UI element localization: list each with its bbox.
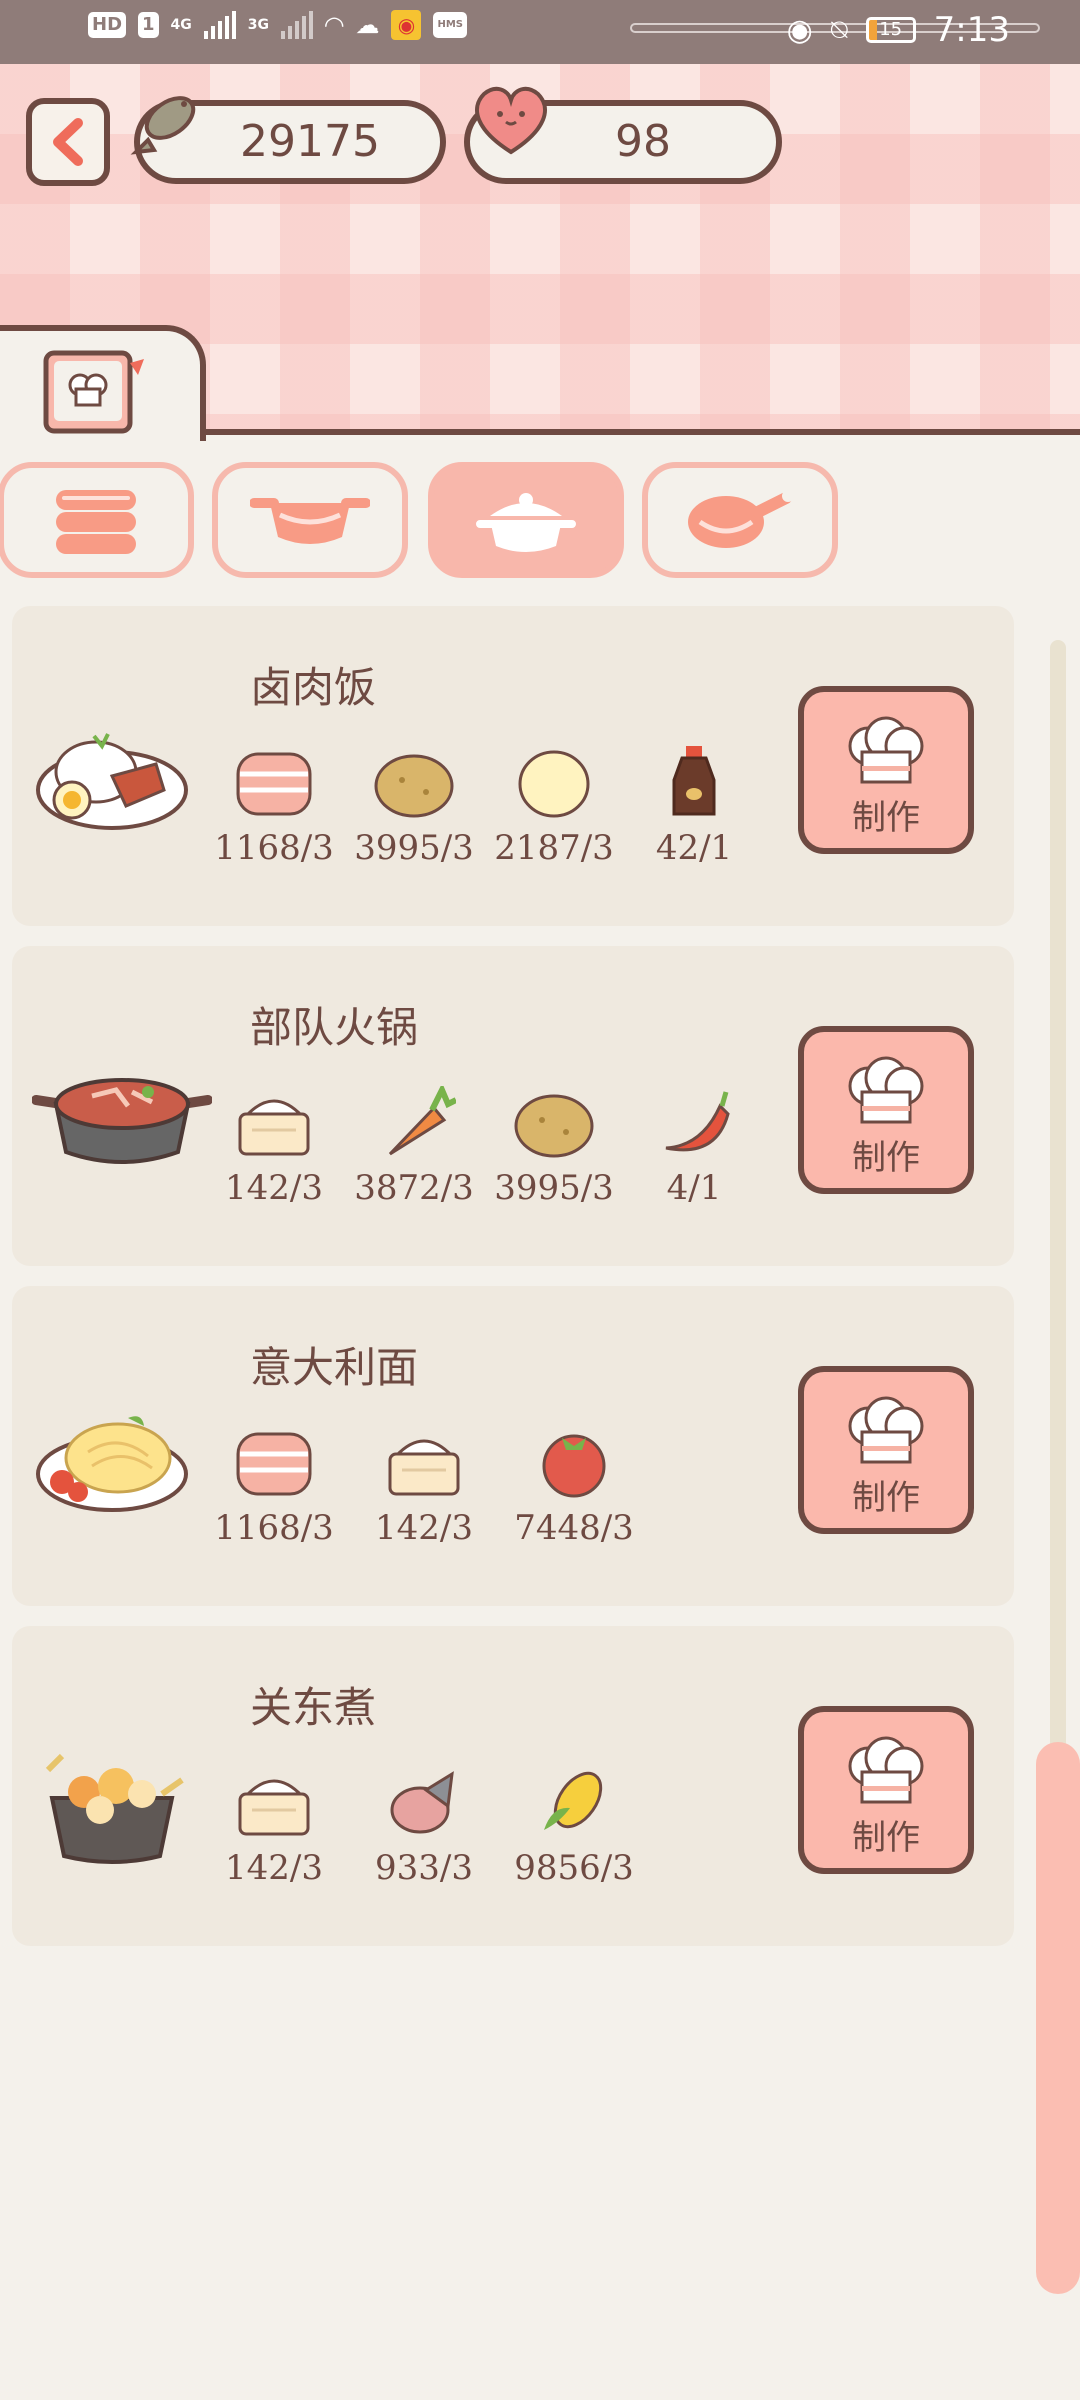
heart-icon (475, 86, 547, 155)
recipe-name: 意大利面 (250, 1343, 419, 1392)
signal-icon (203, 11, 236, 39)
rice-icon (238, 1099, 310, 1156)
stacked-dish-icon (56, 490, 136, 554)
recipe-name: 部队火锅 (250, 1003, 419, 1052)
potato-icon (514, 1094, 594, 1158)
recipe-name: 关东煮 (250, 1683, 377, 1732)
ingredient: 7448/3 (504, 1426, 644, 1548)
signal-icon-2 (281, 11, 314, 39)
chef-hat-icon (848, 1056, 924, 1124)
recipe-name: 卤肉饭 (250, 663, 377, 712)
chili-icon (665, 1091, 730, 1152)
chef-hat-icon (848, 1736, 924, 1804)
category-tab-pot[interactable] (212, 462, 408, 578)
ingredient: 3995/3 (484, 1086, 624, 1208)
make-button[interactable]: 制作 (798, 686, 974, 854)
rice-icon (388, 1439, 460, 1496)
ingredient: 142/3 (204, 1766, 344, 1888)
make-button[interactable]: 制作 (798, 1706, 974, 1874)
carrot-icon (388, 1082, 458, 1156)
fish-icon (390, 1771, 454, 1834)
clock: 7:13 (933, 10, 1010, 50)
tab-strip (0, 325, 1080, 441)
ingredient: 3995/3 (344, 746, 484, 868)
corn-icon (544, 1771, 603, 1830)
battery-icon: 15 (865, 17, 916, 43)
make-button[interactable]: 制作 (798, 1366, 974, 1534)
weibo-icon: ◉ (391, 10, 422, 40)
sim-badge: 1 (138, 12, 159, 38)
category-tab-casserole[interactable] (428, 462, 624, 578)
ingredient: 42/1 (624, 746, 764, 868)
ingredient: 9856/3 (504, 1766, 644, 1888)
wechat-icon: ☁ (355, 11, 380, 39)
chevron-left-icon (53, 118, 83, 166)
pot-icon (250, 498, 370, 544)
category-tab-stacked[interactable] (0, 462, 194, 578)
potato-icon (374, 754, 454, 818)
ingredient: 1168/3 (204, 1426, 344, 1548)
recipe-card: 卤肉饭 1168/3 3995/3 2187/3 42/1 制作 (12, 606, 1014, 926)
ingredient: 142/3 (204, 1086, 344, 1208)
make-button[interactable]: 制作 (798, 1026, 974, 1194)
status-bar: HD 1 4G 3G ◠ ☁ ◉ HMS ◉ ⍉ 15 7:13 (0, 0, 1080, 64)
tab-recipe-book[interactable] (0, 325, 206, 441)
chef-hat-icon (848, 716, 924, 784)
tomato-icon (542, 1434, 606, 1498)
ingredient: 2187/3 (484, 746, 624, 868)
chef-hat-icon (848, 1396, 924, 1464)
wifi-icon: ◠ (325, 11, 344, 39)
bacon-icon (236, 1432, 312, 1496)
network-4g-label: 4G (170, 17, 192, 33)
eye-icon: ◉ (786, 12, 813, 48)
soy-sauce-icon (672, 746, 716, 816)
scrollbar-thumb[interactable] (1036, 1742, 1080, 2294)
braised-pork-rice-icon (36, 733, 188, 830)
category-tab-frying-pan[interactable] (642, 462, 838, 578)
oden-icon (45, 1753, 184, 1864)
spaghetti-icon (36, 1416, 188, 1512)
casserole-icon (476, 493, 576, 552)
rice-icon (238, 1779, 310, 1836)
hms-badge: HMS (433, 12, 468, 38)
fish-icon (130, 96, 196, 155)
network-3g-label: 3G (247, 17, 270, 33)
tab-divider (200, 429, 1080, 435)
army-hotpot-icon (32, 1078, 212, 1164)
hd-badge: HD (88, 12, 127, 38)
recipe-card: 关东煮 142/3 933/3 9856/3 制作 (12, 1626, 1014, 1946)
bacon-icon (236, 752, 312, 816)
recipe-card: 意大利面 1168/3 142/3 7448/3 制作 (12, 1286, 1014, 1606)
recipe-card: 部队火锅 142/3 3872/3 3995/3 4/1 制作 (12, 946, 1014, 1266)
ingredient: 1168/3 (204, 746, 344, 868)
ingredient: 933/3 (354, 1766, 494, 1888)
mute-bell-icon: ⍉ (830, 13, 848, 46)
frying-pan-icon (688, 490, 794, 548)
back-button[interactable] (26, 98, 110, 186)
ingredient: 3872/3 (344, 1082, 484, 1208)
ingredient: 4/1 (624, 1086, 764, 1208)
ingredient: 142/3 (354, 1426, 494, 1548)
recipe-book-icon (43, 350, 144, 434)
egg-icon (518, 750, 590, 818)
